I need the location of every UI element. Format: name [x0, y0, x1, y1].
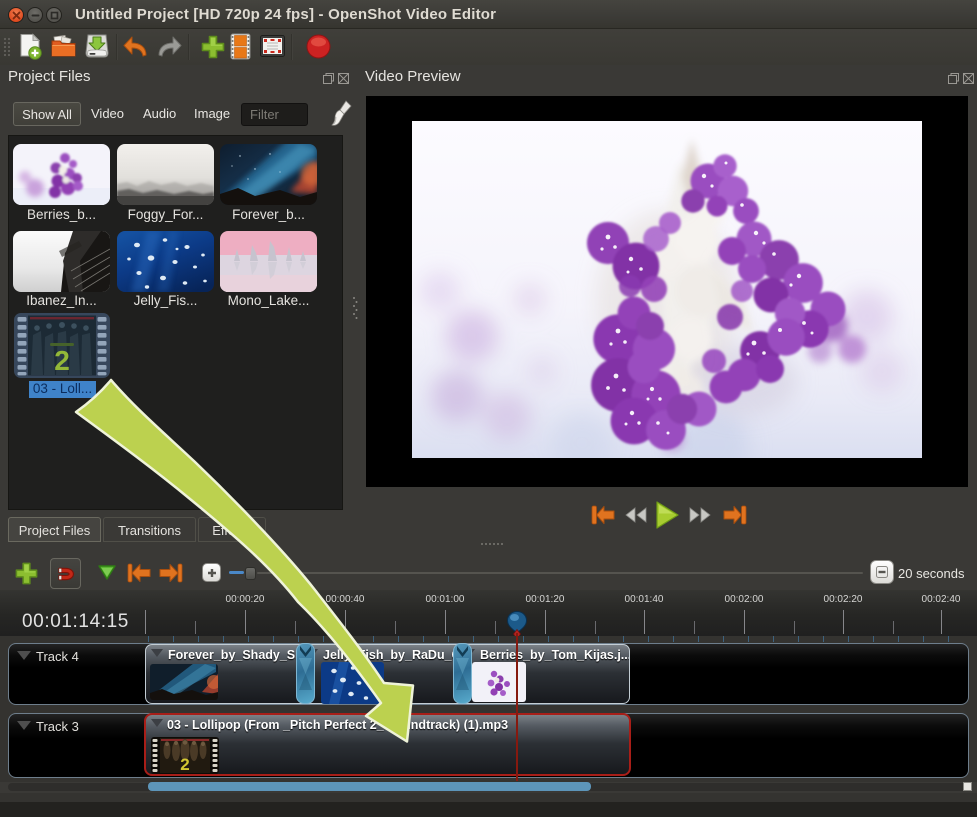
svg-text:2: 2 — [54, 345, 70, 376]
svg-text:2: 2 — [180, 755, 189, 774]
